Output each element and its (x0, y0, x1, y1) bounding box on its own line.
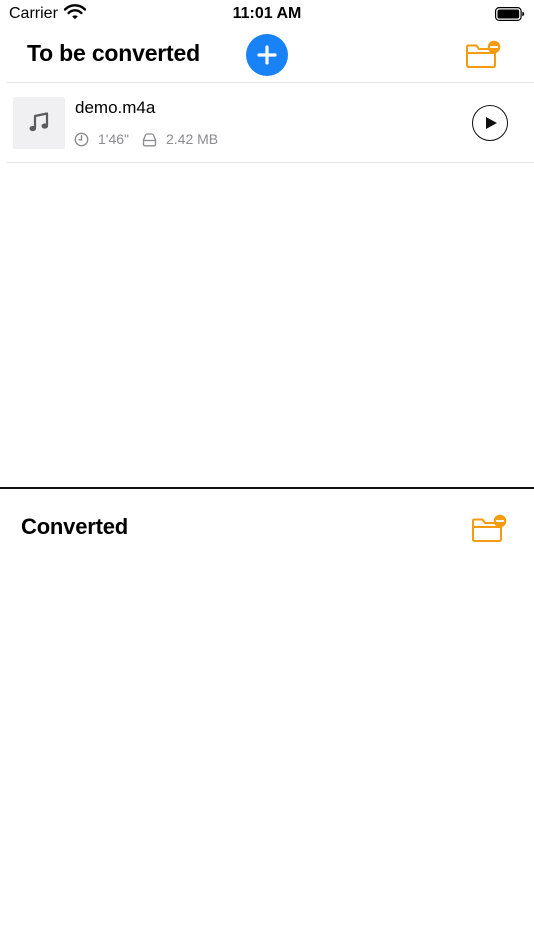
clear-converted-folder-button[interactable] (471, 514, 507, 544)
clock-icon (74, 132, 89, 147)
music-note-icon (29, 112, 49, 132)
status-bar: Carrier 11:01 AM (0, 0, 534, 28)
file-size: 2.42 MB (166, 131, 219, 147)
add-file-button[interactable] (246, 34, 288, 76)
play-icon (486, 117, 497, 129)
to-be-converted-title: To be converted (27, 40, 200, 66)
app-screen: Carrier 11:01 AM To be converted demo.m4… (0, 0, 534, 950)
to-be-converted-header: To be converted (0, 28, 534, 83)
plus-icon (257, 45, 277, 65)
list-item[interactable]: demo.m4a 1'46" 2.42 MB (0, 84, 534, 162)
file-thumbnail (13, 97, 65, 149)
battery-icon (495, 7, 525, 22)
section-split-line[interactable] (0, 487, 534, 489)
header-divider (7, 82, 534, 83)
folder-remove-icon (466, 40, 501, 68)
storage-icon (142, 133, 157, 147)
converted-title: Converted (21, 514, 128, 539)
play-button[interactable] (472, 105, 508, 141)
file-duration: 1'46" (98, 131, 130, 147)
file-name: demo.m4a (75, 98, 156, 117)
row-divider (7, 162, 534, 163)
status-time: 11:01 AM (232, 5, 302, 22)
folder-remove-icon (472, 514, 507, 542)
clear-pending-folder-button[interactable] (465, 40, 501, 70)
